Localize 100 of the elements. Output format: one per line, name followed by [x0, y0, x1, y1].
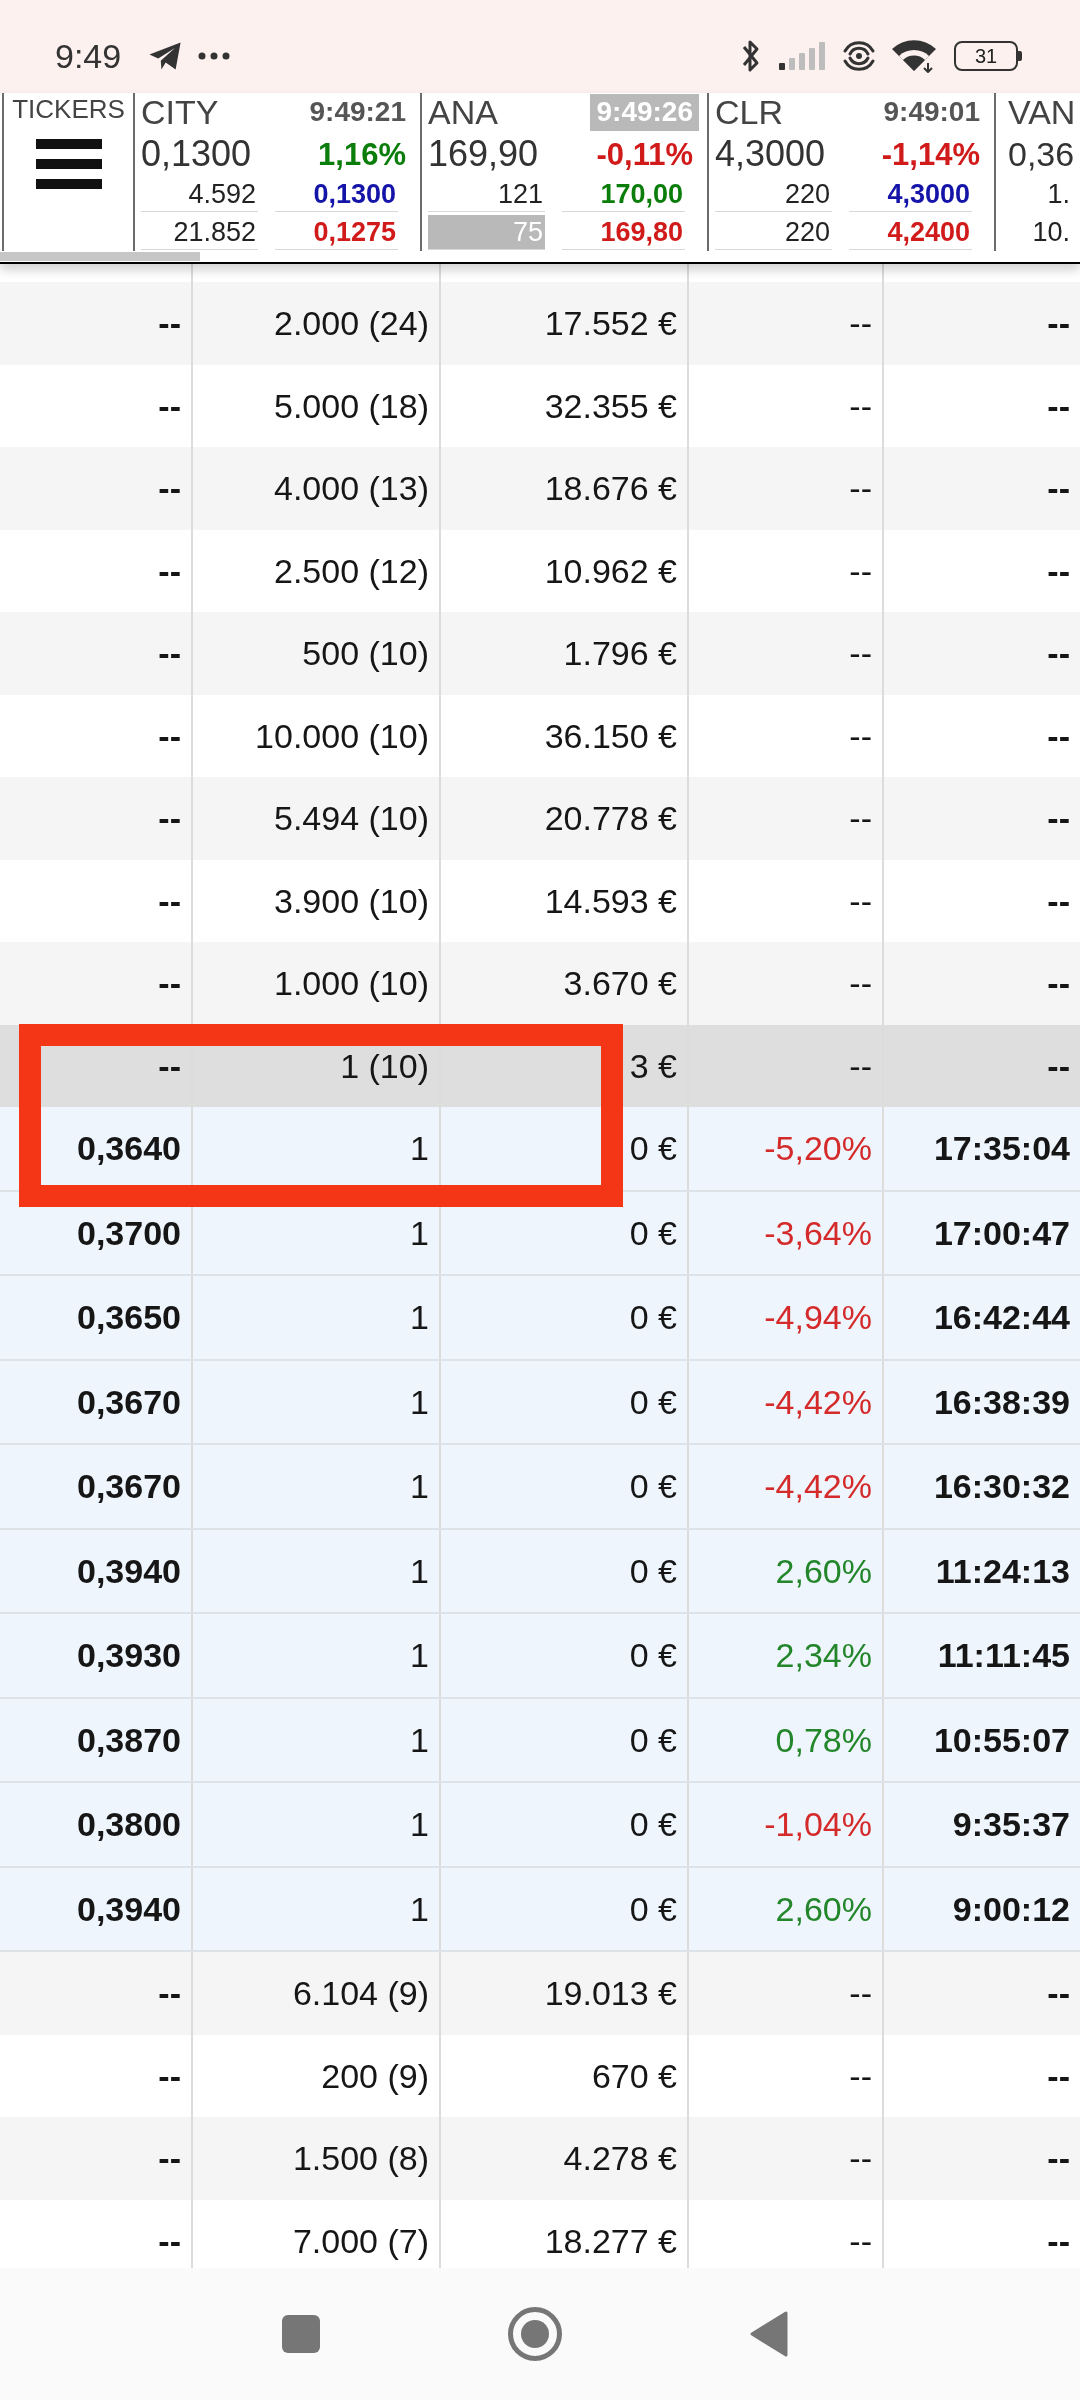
table-cell: 0,3930 — [0, 1614, 193, 1697]
ticker-price: 4,3000 — [715, 136, 826, 172]
dots-icon — [198, 51, 231, 60]
table-row[interactable]: -- 5.494 (10) 20.778 € -- -- — [0, 777, 1080, 860]
table-cell-text: 9:00:12 — [951, 1888, 1071, 1930]
ticker-bid: 4,3000 — [849, 177, 972, 212]
table-cell-text: -- — [1046, 1045, 1071, 1087]
table-cell-text: -- — [1046, 798, 1071, 840]
table-cell-text: 17:00:47 — [932, 1212, 1071, 1254]
table-row[interactable]: -- 1.500 (8) 4.278 € -- -- — [0, 2117, 1080, 2200]
home-icon[interactable] — [508, 2307, 562, 2361]
ticker-symbol: CLR — [715, 95, 784, 129]
table-row[interactable]: -- 500 (10) 1.796 € -- -- — [0, 612, 1080, 695]
table-cell: 1 — [193, 1107, 441, 1190]
battery-level: 31 — [974, 45, 998, 66]
ticker-time: 9:49:26 — [590, 93, 699, 131]
table-cell: 0 € — [441, 1529, 689, 1612]
table-cell-text: 11:24:13 — [934, 1550, 1071, 1592]
table-cell: 0,3940 — [0, 1867, 193, 1950]
table-cell: -1,04% — [689, 1783, 884, 1866]
ticker-time: 9:49:01 — [882, 95, 981, 129]
table-cell: 0,3800 — [0, 1783, 193, 1866]
ticker-time: 9:49:21 — [308, 95, 407, 129]
table-cell-text: -- — [1046, 468, 1071, 510]
table-row[interactable]: -- 1.000 (10) 3.670 € -- -- — [0, 942, 1080, 1025]
ticker-volume: 75 — [428, 215, 545, 250]
ticker-price: 0,36 — [1008, 137, 1075, 171]
table-cell-text: 16:42:44 — [932, 1297, 1071, 1339]
table-row[interactable]: -- 6.104 (9) 19.013 € -- -- — [0, 1952, 1080, 2035]
table-cell: 1 — [193, 1276, 441, 1359]
ticker-symbol: VAN — [1008, 95, 1076, 129]
table-cell: 0 € — [441, 1867, 689, 1950]
table-cell: 1 — [193, 1445, 441, 1528]
ticker-ask: 169,80 — [562, 215, 685, 250]
ticker-volume: 21.852 — [141, 215, 258, 250]
ticker-volume: 220 — [715, 215, 832, 250]
table-cell-text: -- — [1046, 633, 1071, 675]
table-cell: 0,3670 — [0, 1360, 193, 1443]
table-cell-text: -- — [1046, 303, 1071, 345]
table-cell-text: -- — [1046, 880, 1071, 922]
table-cell-text: -- — [1046, 2220, 1071, 2262]
table-cell: 0 € — [441, 1276, 689, 1359]
table-cell: 2,34% — [689, 1614, 884, 1697]
table-cell-text: -- — [1046, 550, 1071, 592]
table-cell: 0 € — [441, 1107, 689, 1190]
table-cell: -4,42% — [689, 1445, 884, 1528]
table-cell: 0 € — [441, 1698, 689, 1781]
table-cell-text: 11:11:45 — [936, 1635, 1071, 1677]
table-cell-text: -- — [1046, 1973, 1071, 2015]
table-cell-text: -- — [1046, 963, 1071, 1005]
table-cell-text: 10:55:07 — [932, 1719, 1071, 1761]
table-cell: -- — [0, 942, 193, 1025]
menu-icon[interactable] — [35, 139, 102, 189]
ticker-change: 1,16% — [318, 138, 406, 170]
table-row[interactable]: -- 4.000 (13) 18.676 € -- -- — [0, 447, 1080, 530]
table-cell-text: -- — [1046, 2138, 1071, 2180]
back-icon[interactable] — [750, 2311, 788, 2357]
tickers-label: TICKERS — [12, 96, 125, 122]
ticker-symbol: CITY — [141, 95, 219, 129]
square-icon[interactable] — [282, 2315, 320, 2353]
clock-time: 9:49 — [55, 38, 122, 73]
ticker-volume: 4.592 — [141, 177, 258, 212]
table-cell: 1 — [193, 1783, 441, 1866]
table-cell: 0 € — [441, 1614, 689, 1697]
table-cell: 1 — [193, 1360, 441, 1443]
table-cell: 2,60% — [689, 1867, 884, 1950]
table-cell-text: 9:35:37 — [951, 1804, 1071, 1846]
ticker-ask: 4,2400 — [849, 215, 972, 250]
ticker-symbol: ANA — [428, 95, 498, 129]
table-cell: 0 € — [441, 1445, 689, 1528]
paper-plane-icon — [148, 40, 183, 71]
table-cell-text: 16:38:39 — [932, 1381, 1071, 1423]
table-cell: 0,3650 — [0, 1276, 193, 1359]
table-cell: 1 — [193, 1867, 441, 1950]
table-cell: 1 — [193, 1529, 441, 1612]
table-cell-text: 16:30:32 — [932, 1466, 1071, 1508]
ticker-change: -0,11% — [596, 138, 693, 170]
table-cell: 1 — [193, 1614, 441, 1697]
ticker-bid: 170,00 — [562, 177, 685, 212]
wifi-icon — [890, 38, 938, 73]
ticker-price: 169,90 — [428, 136, 539, 172]
table-cell-text: -- — [1046, 2055, 1071, 2097]
table-cell: -5,20% — [689, 1107, 884, 1190]
table-cell: 0,3940 — [0, 1529, 193, 1612]
table-cell: -3,64% — [689, 1191, 884, 1274]
signal-icon — [779, 41, 827, 70]
ticker-volume: 1. — [1047, 181, 1070, 208]
table-cell: 2,60% — [689, 1529, 884, 1612]
table-cell: 1.000 (10) — [193, 942, 441, 1025]
ticker-volume: 10. — [1032, 219, 1070, 246]
ticker-volume: 220 — [715, 177, 832, 212]
table-row[interactable]: -- 2.000 (24) 17.552 € -- -- — [0, 282, 1080, 365]
ticker-bid: 0,1300 — [275, 177, 398, 212]
table-cell: -4,42% — [689, 1360, 884, 1443]
table-cell: 0 € — [441, 1783, 689, 1866]
table-cell: 0 € — [441, 1360, 689, 1443]
table-cell: 0,3670 — [0, 1445, 193, 1528]
table-cell-text: 17:35:04 — [932, 1128, 1071, 1170]
table-cell-text: -- — [1046, 385, 1071, 427]
ticker-volume: 121 — [428, 177, 545, 212]
